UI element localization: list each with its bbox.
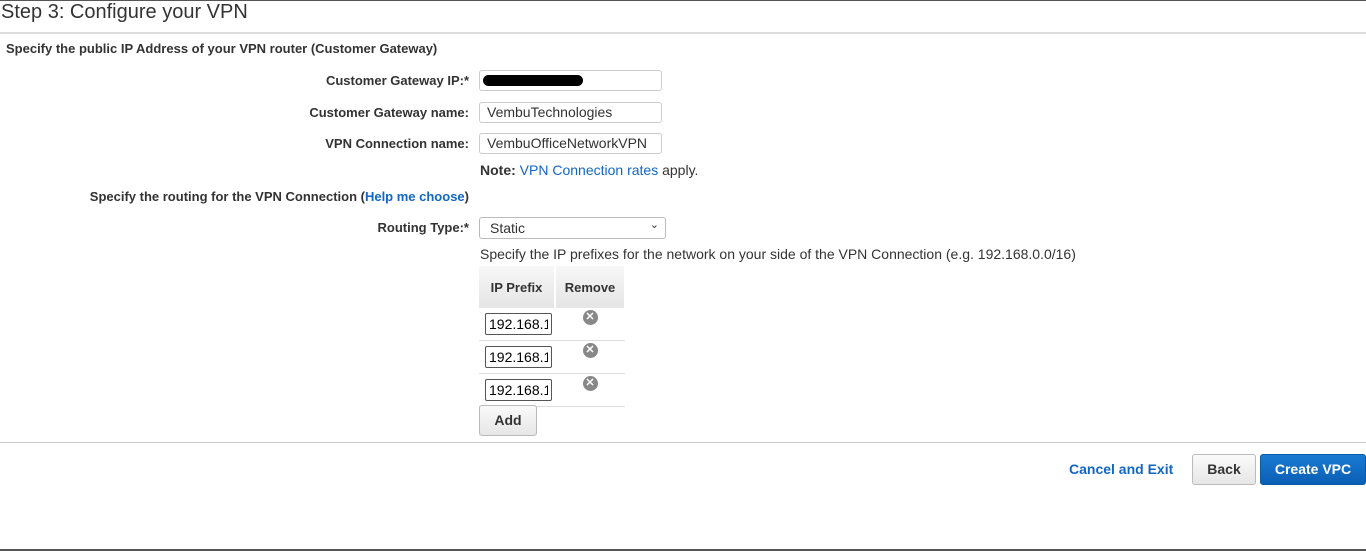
header-remove: Remove — [555, 266, 626, 308]
routing-type-value: Static — [490, 220, 526, 236]
vpn-name-label: VPN Connection name: — [325, 136, 469, 151]
back-button[interactable]: Back — [1192, 454, 1256, 485]
redaction-mark — [483, 75, 583, 86]
prefix-hint: Specify the IP prefixes for the network … — [480, 246, 1076, 262]
cgw-ip-label: Customer Gateway IP:* — [325, 73, 469, 88]
help-me-choose-link[interactable]: Help me choose — [365, 189, 465, 204]
table-row: ✕ — [479, 340, 625, 374]
note: Note: VPN Connection rates apply. — [480, 162, 698, 178]
remove-icon[interactable]: ✕ — [582, 376, 598, 391]
remove-icon[interactable]: ✕ — [582, 310, 598, 325]
routing-section-heading: Specify the routing for the VPN Connecti… — [90, 189, 469, 204]
page-title: Step 3: Configure your VPN — [1, 1, 248, 23]
ip-prefix-table: IP PrefixRemove ✕ ✕ ✕ — [479, 266, 626, 407]
vpn-name-input[interactable]: VembuOfficeNetworkVPN — [479, 133, 662, 154]
vpn-rates-link[interactable]: VPN Connection rates — [520, 162, 659, 178]
gateway-section-heading: Specify the public IP Address of your VP… — [6, 41, 438, 56]
table-row: ✕ — [479, 373, 625, 407]
cgw-name-label: Customer Gateway name: — [309, 105, 469, 120]
note-label: Note: — [480, 162, 516, 178]
table-row: ✕ — [479, 308, 625, 341]
cancel-and-exit-link[interactable]: Cancel and Exit — [1069, 461, 1173, 477]
routing-type-select[interactable]: Static ⌄ — [479, 217, 666, 239]
divider — [0, 32, 1366, 34]
create-vpc-button[interactable]: Create VPC — [1260, 454, 1366, 485]
cgw-ip-input[interactable] — [479, 70, 662, 91]
chevron-down-icon: ⌄ — [649, 219, 659, 231]
routing-type-label: Routing Type:* — [377, 220, 469, 235]
header-ip-prefix: IP Prefix — [479, 266, 556, 308]
ip-prefix-input[interactable] — [485, 313, 552, 335]
add-prefix-button[interactable]: Add — [479, 405, 537, 436]
routing-heading-close: ) — [464, 189, 469, 204]
note-suffix: apply. — [662, 162, 699, 178]
ip-prefix-input[interactable] — [485, 346, 552, 368]
remove-icon[interactable]: ✕ — [582, 343, 598, 358]
cgw-name-input[interactable]: VembuTechnologies — [479, 102, 662, 123]
ip-prefix-input[interactable] — [485, 379, 552, 401]
routing-heading-text: Specify the routing for the VPN Connecti… — [89, 189, 365, 204]
footer-divider — [0, 442, 1366, 443]
